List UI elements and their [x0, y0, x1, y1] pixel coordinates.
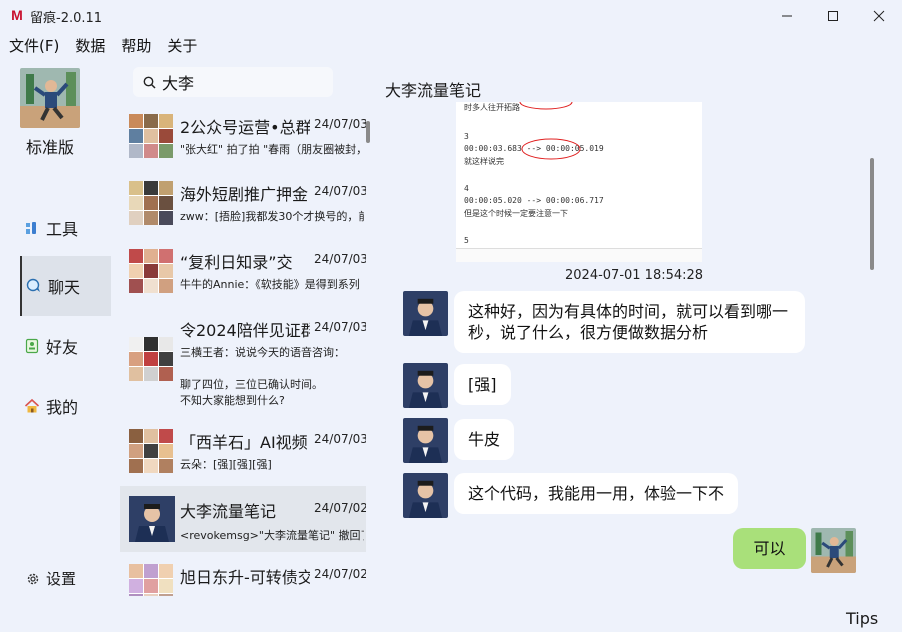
conversation-preview: 三横王者：说说今天的语音咨询：	[180, 346, 345, 359]
title-bar: M 留痕-2.0.11	[0, 0, 902, 32]
message-bubble[interactable]: 这个代码，我能用一用，体验一下不	[454, 473, 739, 514]
image-text-line: 4	[464, 184, 469, 193]
message-bubble[interactable]: 牛皮	[454, 419, 515, 460]
image-text-line: 但是这个时候一定要注意一下	[464, 209, 568, 218]
conversation-preview: 聊了四位，三位已确认时间。	[180, 378, 323, 391]
image-status-strip	[456, 248, 702, 262]
conversation-time: 24/07/02	[314, 501, 366, 515]
group-avatar	[129, 181, 173, 225]
image-text-line: 3	[464, 132, 469, 141]
contact-avatar	[129, 496, 175, 542]
search-icon	[143, 76, 156, 89]
message-bubble[interactable]: 这种好，因为有具体的时间，就可以看到哪一秒，说了什么，很方便做数据分析	[454, 291, 805, 353]
version-label: 标准版	[25, 138, 74, 157]
tips-button[interactable]: Tips	[846, 609, 878, 628]
image-text-line: 5	[464, 236, 469, 245]
maximize-icon	[828, 11, 838, 21]
menu-bar: 文件(F) 数据 帮助 关于	[0, 34, 205, 58]
sidebar-item-chat[interactable]: 聊天	[20, 256, 111, 316]
chat-scrollbar[interactable]	[870, 158, 874, 270]
conversation-item[interactable]: 海外短剧推广押金 24/07/03 zww：[捂脸]我都发30个才换号的，前	[120, 172, 366, 234]
sidebar-item-label: 聊天	[48, 278, 81, 297]
user-avatar-image	[20, 68, 80, 128]
group-avatar	[129, 114, 173, 158]
conversation-name: 令2024陪伴见证群	[180, 321, 310, 340]
my-avatar[interactable]	[811, 528, 856, 573]
gear-icon	[27, 573, 39, 584]
menu-help[interactable]: 帮助	[113, 34, 159, 58]
group-avatar	[129, 249, 173, 293]
conversation-item[interactable]: 「西羊石」AI视频 24/07/03 云朵：[强][强][强]	[120, 420, 366, 482]
conversation-list-scrollbar[interactable]	[366, 121, 370, 143]
conversation-preview: zww：[捂脸]我都发30个才换号的，前	[180, 210, 364, 223]
contacts-icon	[25, 338, 39, 354]
sidebar-item-label: 我的	[46, 398, 79, 417]
conversation-name: 2公众号运营•总群	[180, 118, 310, 137]
maximize-button[interactable]	[810, 0, 856, 32]
conversation-preview: "张大红" 拍了拍 "春雨（朋友圈被封，	[180, 143, 364, 156]
conversation-time: 24/07/03	[314, 252, 366, 266]
sidebar-item-friends[interactable]: 好友	[20, 316, 111, 376]
conversation-list[interactable]: 2公众号运营•总群 24/07/03 "张大红" 拍了拍 "春雨（朋友圈被封， …	[120, 104, 366, 596]
conversation-item[interactable]: “复利日知录”交 24/07/03 牛牛的Annie：《软技能》是得到系列	[120, 240, 366, 302]
image-text-line: 就这样说完	[464, 157, 504, 166]
conversation-item[interactable]: 令2024陪伴见证群 24/07/03 三横王者：说说今天的语音咨询： 聊了四位…	[120, 308, 366, 414]
conversation-preview: <revokemsg>"大李流量笔记" 撤回了	[180, 529, 364, 542]
group-avatar	[129, 337, 173, 381]
conversation-preview: 牛牛的Annie：《软技能》是得到系列	[180, 278, 360, 291]
app-logo-icon: M	[11, 7, 23, 23]
close-icon	[873, 10, 885, 22]
image-text-line: 00:00:05.020 --> 00:00:06.717	[464, 196, 604, 205]
conversation-name: 「西羊石」AI视频	[180, 433, 308, 452]
sidebar-item-tools[interactable]: 工具	[20, 198, 111, 258]
sidebar-item-label: 好友	[46, 338, 79, 357]
conversation-item-selected[interactable]: 大李流量笔记 24/07/02 <revokemsg>"大李流量笔记" 撤回了	[120, 486, 366, 552]
contact-avatar[interactable]	[403, 418, 448, 463]
menu-data[interactable]: 数据	[67, 34, 113, 58]
my-message-bubble[interactable]: 可以	[733, 528, 806, 569]
home-icon	[24, 398, 40, 413]
contact-avatar[interactable]	[403, 291, 448, 336]
settings-button[interactable]: 设置	[26, 568, 76, 589]
red-annotation-circle	[519, 102, 573, 110]
chat-icon	[26, 278, 40, 292]
chat-title: 大李流量笔记	[385, 81, 482, 100]
conversation-time: 24/07/03	[314, 184, 366, 198]
conversation-name: 海外短剧推广押金	[180, 185, 309, 204]
window-title: 留痕-2.0.11	[30, 11, 103, 26]
contact-avatar[interactable]	[403, 363, 448, 408]
conversation-item[interactable]: 2公众号运营•总群 24/07/03 "张大红" 拍了拍 "春雨（朋友圈被封，	[120, 104, 366, 166]
conversation-item[interactable]: 旭日东升-可转债交 24/07/02	[120, 556, 366, 596]
conversation-time: 24/07/03	[314, 117, 366, 131]
menu-about[interactable]: 关于	[159, 34, 205, 58]
conversation-name: 旭日东升-可转债交	[180, 568, 310, 587]
conversation-time: 24/07/03	[314, 320, 366, 334]
conversation-time: 24/07/03	[314, 432, 366, 446]
minimize-icon	[782, 15, 792, 17]
conversation-preview: 云朵：[强][强][强]	[180, 458, 272, 471]
conversation-time: 24/07/02	[314, 567, 366, 581]
image-text-line: 时多人往开拓路	[464, 103, 520, 112]
message-bubble[interactable]: [强]	[454, 364, 511, 405]
sidebar-item-me[interactable]: 我的	[20, 376, 111, 436]
red-annotation-circle	[521, 138, 581, 160]
search-box[interactable]	[133, 67, 333, 97]
message-timestamp: 2024-07-01 18:54:28	[565, 268, 704, 283]
conversation-name: 大李流量笔记	[180, 502, 277, 521]
group-avatar	[129, 564, 173, 596]
menu-file[interactable]: 文件(F)	[0, 34, 67, 58]
sidebar-item-label: 工具	[46, 220, 79, 239]
settings-label: 设置	[46, 570, 77, 588]
user-avatar[interactable]	[20, 68, 80, 128]
conversation-preview: 不知大家能想到什么?	[180, 394, 285, 407]
minimize-button[interactable]	[764, 0, 810, 32]
tools-icon	[26, 222, 36, 234]
contact-avatar[interactable]	[403, 473, 448, 518]
search-input[interactable]	[162, 72, 322, 92]
shared-image[interactable]: 时多人往开拓路 3 00:00:03.683 --> 00:00:05.019 …	[456, 102, 702, 262]
conversation-name: “复利日知录”交	[180, 253, 293, 272]
group-avatar	[129, 429, 173, 473]
close-button[interactable]	[856, 0, 902, 32]
